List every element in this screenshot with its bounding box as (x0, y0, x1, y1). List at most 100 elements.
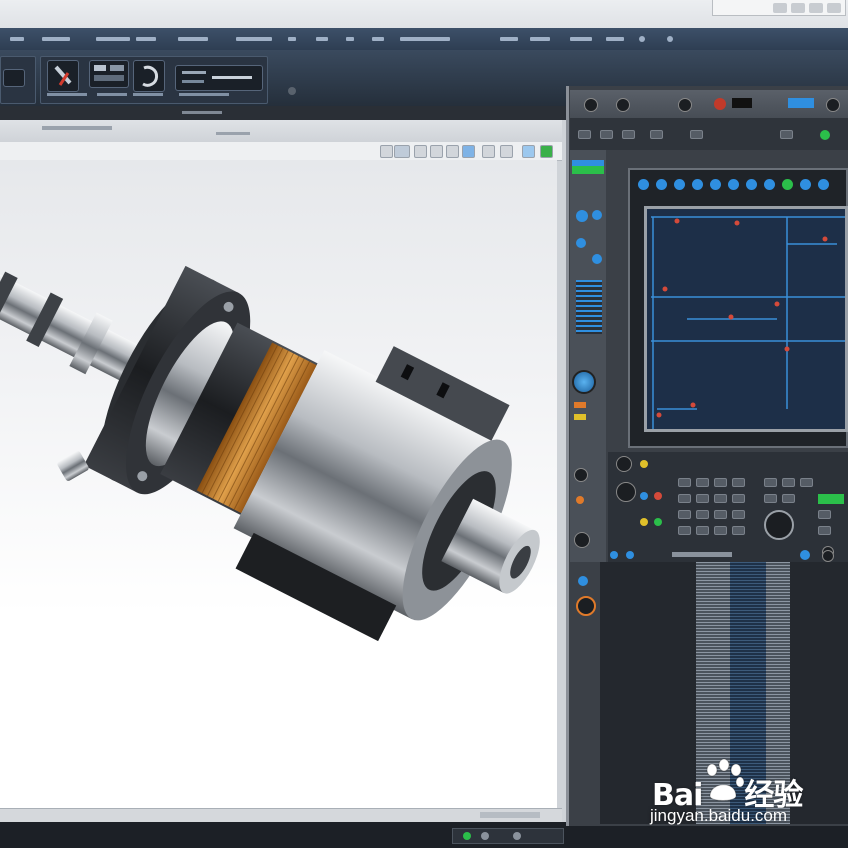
blue-button-icon[interactable] (640, 492, 648, 500)
panel-key[interactable] (696, 510, 709, 519)
blue-button-icon[interactable] (764, 179, 775, 190)
ribbon-button[interactable] (89, 60, 129, 88)
panel-key[interactable] (678, 526, 691, 535)
blue-button-icon[interactable] (610, 551, 618, 559)
menu-item[interactable] (372, 37, 384, 41)
yellow-button-icon[interactable] (640, 460, 648, 468)
window-control-icon[interactable] (791, 2, 805, 13)
menu-item[interactable] (316, 37, 328, 41)
knob-icon[interactable] (574, 532, 590, 548)
menu-item[interactable] (530, 37, 550, 41)
blue-button-icon[interactable] (818, 179, 829, 190)
window-control-icon[interactable] (773, 2, 787, 13)
jog-wheel-icon[interactable] (764, 510, 794, 540)
panel-key[interactable] (732, 510, 745, 519)
knob-icon[interactable] (584, 98, 598, 112)
blue-button-icon[interactable] (728, 179, 739, 190)
panel-key[interactable] (714, 526, 727, 535)
stop-button-icon[interactable] (714, 98, 726, 110)
menu-item[interactable] (400, 37, 450, 41)
orange-dial-icon[interactable] (576, 596, 596, 616)
blue-button-icon[interactable] (710, 179, 721, 190)
hide-show-icon[interactable] (500, 145, 513, 158)
green-button-icon[interactable] (782, 179, 793, 190)
blue-button-icon[interactable] (576, 238, 586, 248)
panel-key[interactable] (764, 478, 777, 487)
spindle-model[interactable] (0, 160, 557, 808)
settings-icon[interactable] (667, 36, 673, 42)
menu-items-unreadable[interactable] (10, 34, 710, 44)
blue-button-icon[interactable] (638, 179, 649, 190)
green-button-icon[interactable] (654, 518, 662, 526)
blue-button-icon[interactable] (692, 179, 703, 190)
knob-icon[interactable] (826, 98, 840, 112)
blue-button-icon[interactable] (800, 550, 810, 560)
view-orient-icon[interactable] (380, 145, 393, 158)
panel-key[interactable] (678, 494, 691, 503)
ribbon-button[interactable] (3, 69, 25, 87)
panel-key[interactable] (732, 478, 745, 487)
section-icon[interactable] (482, 145, 495, 158)
panel-key[interactable] (696, 494, 709, 503)
ribbon-option-icon[interactable] (288, 87, 296, 95)
ribbon-dropdown[interactable] (175, 65, 263, 91)
blue-button-icon[interactable] (656, 179, 667, 190)
window-control-icon[interactable] (809, 2, 823, 13)
panel-key[interactable] (678, 478, 691, 487)
panel-key[interactable] (696, 526, 709, 535)
tool-insert-button[interactable] (47, 60, 79, 92)
rotate-button[interactable] (133, 60, 165, 92)
panel-key[interactable] (650, 130, 663, 139)
menu-item[interactable] (500, 37, 518, 41)
menu-item[interactable] (346, 37, 354, 41)
menu-item[interactable] (42, 37, 70, 41)
panel-key[interactable] (732, 526, 745, 535)
panel-key[interactable] (578, 130, 591, 139)
appearance-icon[interactable] (522, 145, 535, 158)
panel-key[interactable] (782, 478, 795, 487)
panel-key[interactable] (818, 526, 831, 535)
panel-key[interactable] (800, 478, 813, 487)
panel-key[interactable] (714, 478, 727, 487)
blue-button-icon[interactable] (592, 254, 602, 264)
knob-icon[interactable] (574, 468, 588, 482)
panel-key[interactable] (780, 130, 793, 139)
panel-key[interactable] (714, 510, 727, 519)
blue-button-icon[interactable] (746, 179, 757, 190)
scene-icon[interactable] (540, 145, 553, 158)
help-icon[interactable] (639, 36, 645, 42)
zoom-icon[interactable] (414, 145, 427, 158)
panel-key[interactable] (622, 130, 635, 139)
rotate-view-icon[interactable] (446, 145, 459, 158)
panel-key[interactable] (764, 494, 777, 503)
blue-button-icon[interactable] (800, 179, 811, 190)
menu-item[interactable] (178, 37, 208, 41)
knob-icon[interactable] (616, 456, 632, 472)
knob-icon[interactable] (822, 550, 834, 562)
menu-item[interactable] (136, 37, 156, 41)
blue-button-icon[interactable] (626, 551, 634, 559)
dial-icon[interactable] (572, 370, 596, 394)
blue-button-icon[interactable] (578, 576, 588, 586)
panel-key[interactable] (714, 494, 727, 503)
panel-key[interactable] (600, 130, 613, 139)
document-tab[interactable] (216, 132, 250, 135)
panel-key[interactable] (782, 494, 795, 503)
menu-item[interactable] (606, 37, 624, 41)
window-controls[interactable] (712, 0, 846, 16)
menu-item[interactable] (10, 37, 24, 41)
knob-icon[interactable] (616, 98, 630, 112)
toolpath-screen[interactable] (644, 206, 848, 432)
yellow-button-icon[interactable] (640, 518, 648, 526)
3d-viewport[interactable] (0, 160, 557, 808)
panel-key[interactable] (818, 510, 831, 519)
menu-item[interactable] (288, 37, 296, 41)
red-button-icon[interactable] (654, 492, 662, 500)
view-cube-icon[interactable] (394, 145, 410, 158)
display-style-icon[interactable] (462, 145, 475, 158)
blue-button-icon[interactable] (674, 179, 685, 190)
window-control-icon[interactable] (827, 2, 841, 13)
panel-key[interactable] (678, 510, 691, 519)
blue-button-icon[interactable] (576, 210, 588, 222)
menu-bar[interactable] (0, 28, 848, 50)
